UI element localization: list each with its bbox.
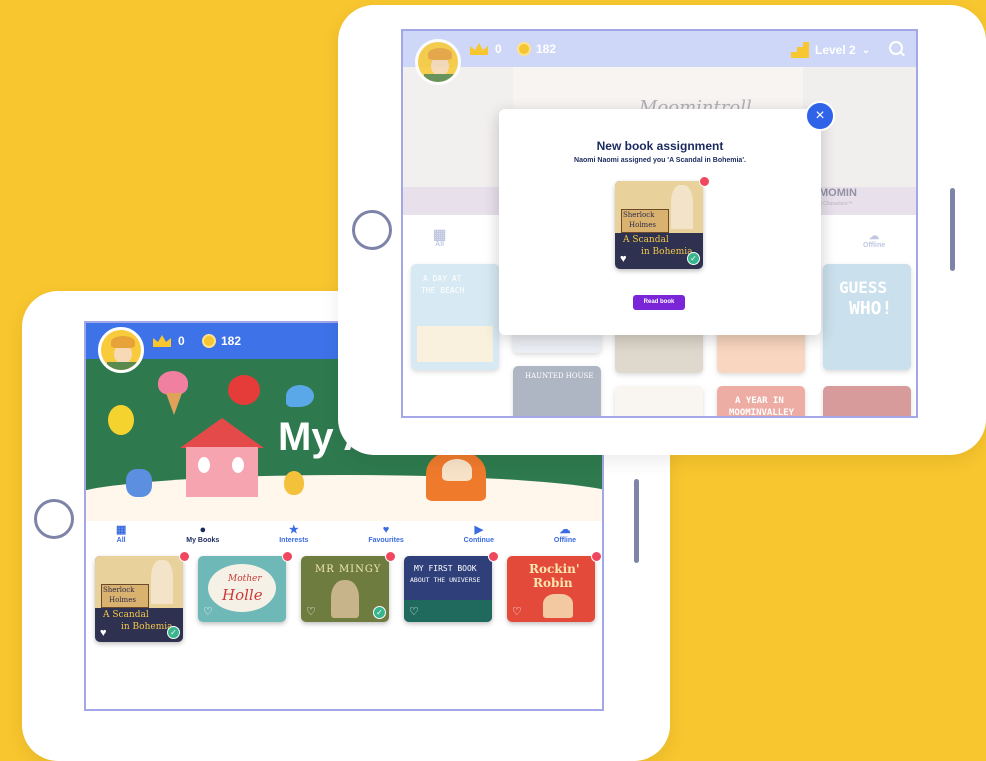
house-eye-right <box>232 457 244 473</box>
book-card-sherlock[interactable]: Sherlock Holmes A Scandal in Bohemia ♥ ✓ <box>95 556 183 642</box>
book-card-universe[interactable]: MY FIRST BOOK ABOUT THE UNIVERSE ♡ <box>404 556 492 622</box>
lemon-character <box>108 405 134 435</box>
new-badge <box>282 551 293 562</box>
book-title-line4: in Bohemia <box>121 622 173 632</box>
crown-count: 0 <box>495 42 502 56</box>
coin-count: 182 <box>221 334 242 348</box>
grid-icon: ▦ <box>115 524 127 536</box>
back-screen: Moomintroll MOMIN n Characters™ ▦ All ☁ … <box>401 29 918 418</box>
coin-icon <box>202 334 216 348</box>
crown-count: 0 <box>178 334 185 348</box>
house-roof <box>180 418 264 448</box>
bird-character <box>286 385 314 407</box>
book-title-line1: Rockin' <box>529 562 580 576</box>
icecream-cone <box>166 393 182 415</box>
house-eye-left <box>198 457 210 473</box>
close-icon[interactable]: × <box>805 101 835 131</box>
icecream-character <box>158 371 188 395</box>
book-title-line2: ABOUT THE UNIVERSE <box>410 576 481 584</box>
book-title-line2: Holle <box>222 586 263 604</box>
completed-check-icon: ✓ <box>167 626 180 639</box>
crown-icon <box>470 43 488 55</box>
avatar[interactable] <box>415 39 461 85</box>
vase-character <box>126 469 152 497</box>
favourite-heart-icon[interactable]: ♡ <box>512 607 522 618</box>
tab-continue[interactable]: ▶ Continue <box>464 524 494 550</box>
star-icon: ★ <box>288 524 299 536</box>
crown-counter: 0 <box>469 42 502 56</box>
book-title-line2: Holmes <box>629 221 656 229</box>
book-title-line1: MR MINGY <box>315 564 382 575</box>
stairs-icon <box>791 42 809 58</box>
pear-character <box>284 471 304 495</box>
book-cover-kids <box>543 594 573 618</box>
front-tabs: ▦ All ● My Books ★ Interests ♥ Favourites ▶ C… <box>86 524 602 550</box>
avatar-hair <box>428 48 452 60</box>
chevron-down-icon: ⌄ <box>861 44 871 56</box>
new-badge <box>699 176 710 187</box>
heart-icon: ♥ <box>382 524 390 536</box>
crown-counter: 0 <box>152 334 185 348</box>
banner-bottom <box>86 507 602 521</box>
new-badge <box>591 551 602 562</box>
favourite-heart-icon[interactable]: ♡ <box>306 607 316 618</box>
banner-hills <box>86 475 602 508</box>
tab-favourites[interactable]: ♥ Favourites <box>368 524 403 550</box>
coin-icon <box>517 42 531 56</box>
home-button[interactable] <box>34 499 74 539</box>
avatar-hair <box>111 336 135 348</box>
book-title-line4: in Bohemia <box>641 247 693 257</box>
assignment-modal: New book assignment Naomi Naomi assigned… <box>499 109 821 335</box>
book-title-line2: Robin <box>533 576 573 590</box>
new-badge <box>179 551 190 562</box>
completed-check-icon: ✓ <box>373 606 386 619</box>
new-badge <box>488 551 499 562</box>
pudding <box>442 459 472 481</box>
coin-count: 182 <box>536 42 557 56</box>
tab-my-books[interactable]: ● My Books <box>186 524 219 550</box>
book-title-line3: A Scandal <box>103 610 149 620</box>
book-card-mr-mingy[interactable]: MR MINGY ♡ ✓ <box>301 556 389 622</box>
avatar[interactable] <box>98 327 144 373</box>
book-cover-figure <box>331 580 359 618</box>
favourite-heart-icon[interactable]: ♥ <box>620 254 627 265</box>
tab-offline[interactable]: ☁ Offline <box>554 524 576 550</box>
completed-check-icon: ✓ <box>687 252 700 265</box>
modal-message: Naomi Naomi assigned you 'A Scandal in B… <box>574 157 746 164</box>
book-title-line1: Sherlock <box>623 211 655 219</box>
book-title-line1: MY FIRST BOOK <box>414 564 477 573</box>
crown-icon <box>153 335 171 347</box>
favourite-heart-icon[interactable]: ♡ <box>409 607 419 618</box>
favourite-heart-icon[interactable]: ♡ <box>203 607 213 618</box>
level-selector[interactable]: Level 2 ⌄ <box>791 42 870 58</box>
book-title-line2: Holmes <box>109 596 136 604</box>
apple-character <box>228 375 260 405</box>
coin-counter: 182 <box>202 334 241 348</box>
new-badge <box>385 551 396 562</box>
side-button[interactable] <box>634 479 639 563</box>
book-cover-figure <box>671 185 693 229</box>
tab-interests[interactable]: ★ Interests <box>279 524 308 550</box>
person-icon: ● <box>199 524 207 536</box>
book-title-line1: Sherlock <box>103 586 135 594</box>
favourite-heart-icon[interactable]: ♥ <box>100 628 107 639</box>
modal-book-card[interactable]: Sherlock Holmes A Scandal in Bohemia ♥ ✓ <box>615 181 703 269</box>
home-button[interactable] <box>352 210 392 250</box>
book-card-mother-holle[interactable]: Mother Holle ♡ <box>198 556 286 622</box>
house-character <box>186 447 258 497</box>
cloud-download-icon: ☁ <box>559 524 571 536</box>
tab-all[interactable]: ▦ All <box>116 524 126 550</box>
read-book-button[interactable]: Read book <box>633 295 685 310</box>
side-button[interactable] <box>950 188 955 271</box>
book-card-rockin-robin[interactable]: Rockin' Robin ♡ <box>507 556 595 622</box>
book-title-line3: A Scandal <box>623 235 669 245</box>
book-cover-figure <box>151 560 173 604</box>
book-title-line1: Mother <box>228 574 262 584</box>
level-label: Level 2 <box>815 43 856 57</box>
coin-counter: 182 <box>517 42 556 56</box>
modal-title: New book assignment <box>596 139 724 153</box>
play-icon: ▶ <box>474 524 484 536</box>
